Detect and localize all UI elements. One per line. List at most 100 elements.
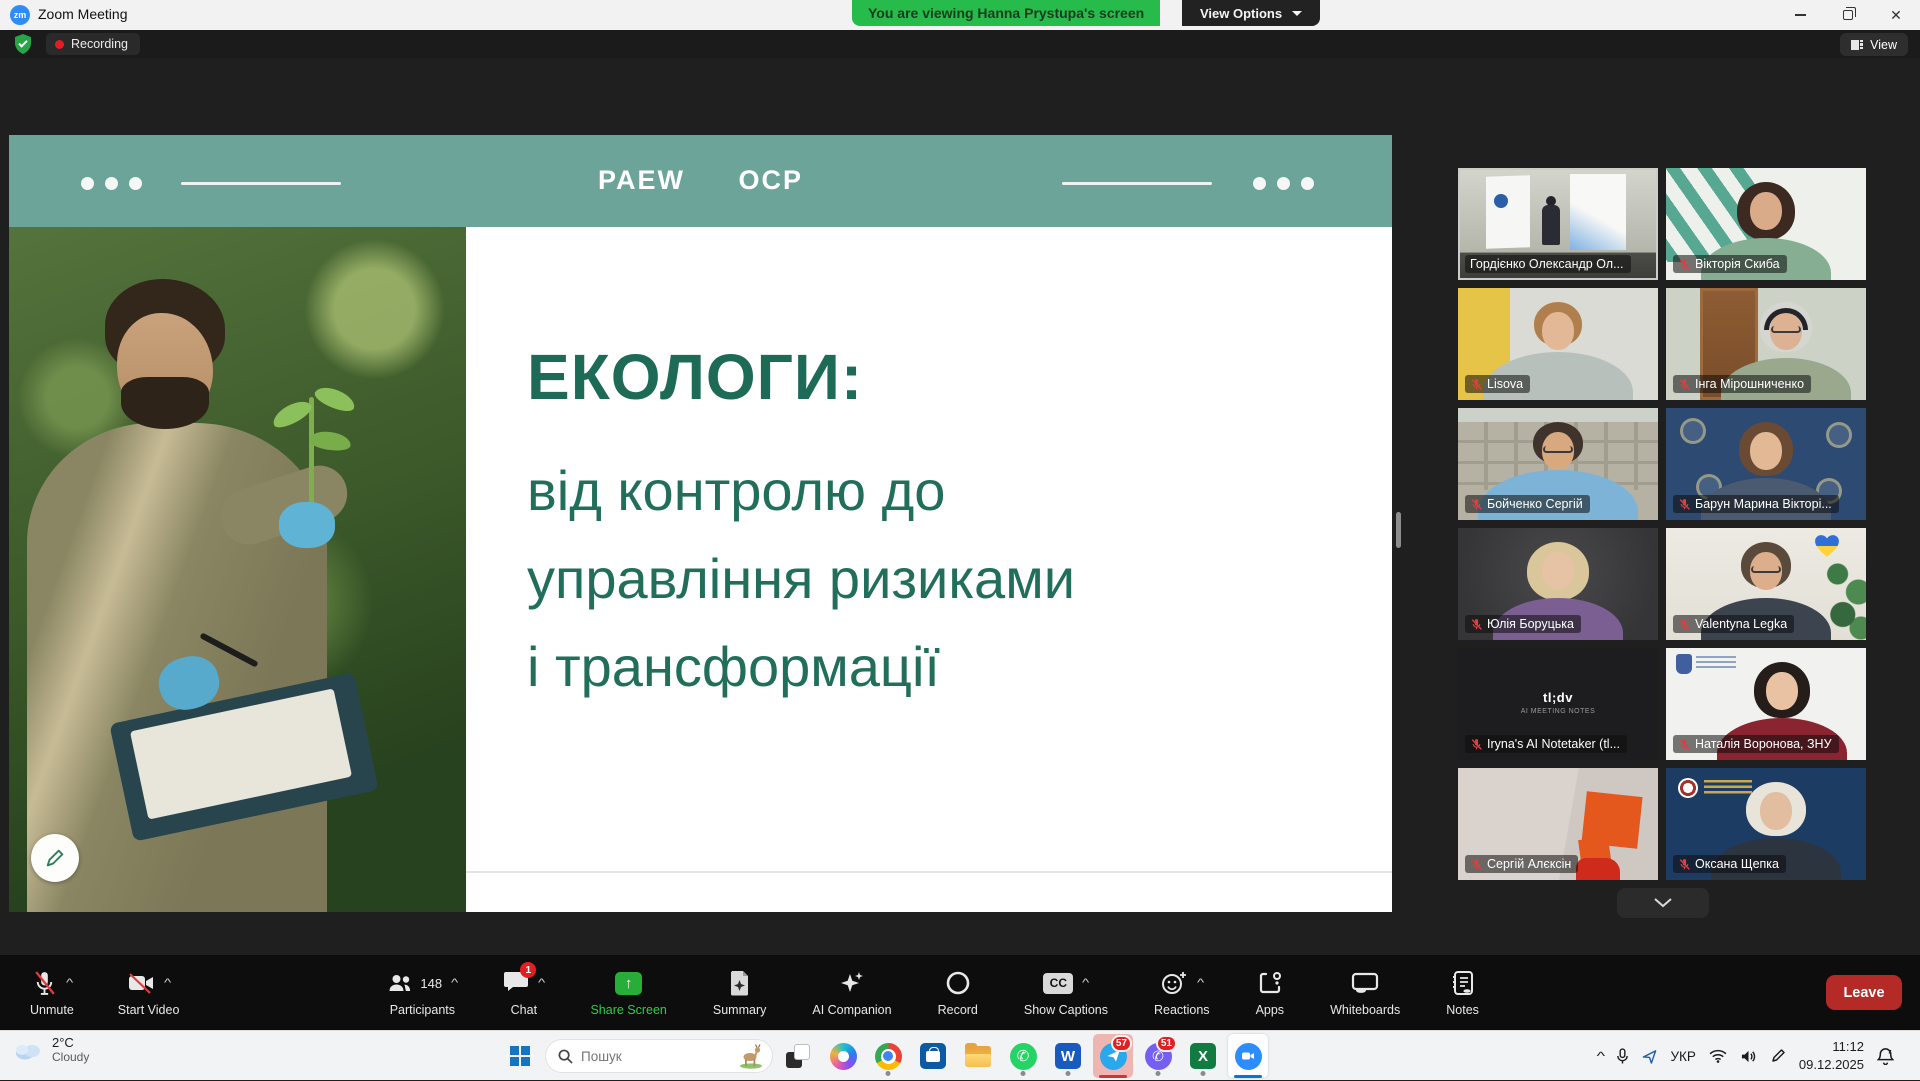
participant-name-pill: Наталія Воронова, ЗНУ bbox=[1673, 735, 1839, 753]
gallery-view-button[interactable]: View bbox=[1840, 33, 1908, 56]
show-captions-button[interactable]: CC ^ Show Captions bbox=[1020, 968, 1112, 1017]
photo-leaf bbox=[312, 383, 358, 415]
captions-icon: CC bbox=[1043, 973, 1073, 994]
tray-time: 11:12 bbox=[1799, 1038, 1864, 1056]
restore-icon bbox=[1843, 10, 1853, 20]
video-options-caret[interactable]: ^ bbox=[164, 977, 171, 989]
slide-photo-ecologist bbox=[9, 227, 466, 912]
video-tile[interactable]: Інга Мірошниченко bbox=[1666, 288, 1866, 400]
video-tile[interactable]: Оксана Щепка bbox=[1666, 768, 1866, 880]
video-tile[interactable]: Бойченко Сергій bbox=[1458, 408, 1658, 520]
chat-caret[interactable]: ^ bbox=[538, 977, 545, 989]
photo-glove-right bbox=[279, 502, 335, 548]
slide-header-band: PAEW OCP bbox=[9, 135, 1392, 227]
participant-name: Iryna's AI Notetaker (tl... bbox=[1487, 737, 1620, 751]
chat-button[interactable]: 1 ^ Chat bbox=[499, 968, 548, 1017]
weather-widget[interactable]: 2°C Cloudy bbox=[12, 1035, 89, 1064]
notification-bell-dnd-icon[interactable]: z bbox=[1877, 1047, 1894, 1065]
tray-clock[interactable]: 11:12 09.12.2025 bbox=[1799, 1038, 1864, 1073]
panel-resize-handle[interactable] bbox=[1396, 512, 1401, 548]
viewing-screen-banner: You are viewing Hanna Prystupa's screen bbox=[852, 0, 1160, 26]
video-tile[interactable]: Lisova bbox=[1458, 288, 1658, 400]
participants-button[interactable]: 148 ^ Participants bbox=[383, 968, 461, 1017]
meeting-security-shield-icon[interactable] bbox=[14, 34, 32, 54]
video-tile[interactable]: tl;dv AI MEETING NOTES Iryna's AI Noteta… bbox=[1458, 648, 1658, 760]
scroll-participants-down-button[interactable] bbox=[1617, 888, 1709, 918]
recording-indicator[interactable]: Recording bbox=[46, 33, 140, 55]
taskbar-telegram[interactable]: 57 bbox=[1093, 1034, 1133, 1078]
muted-mic-icon bbox=[1470, 378, 1483, 391]
start-button[interactable] bbox=[500, 1034, 540, 1078]
video-tile[interactable]: Сергій Алєксін bbox=[1458, 768, 1658, 880]
apps-button[interactable]: Apps bbox=[1252, 968, 1289, 1017]
taskbar-copilot[interactable] bbox=[823, 1034, 863, 1078]
summary-button[interactable]: Summary bbox=[709, 968, 770, 1017]
captions-caret[interactable]: ^ bbox=[1082, 977, 1089, 989]
pen-icon[interactable] bbox=[1770, 1048, 1786, 1064]
taskbar-search[interactable] bbox=[545, 1039, 773, 1073]
muted-mic-icon bbox=[1678, 258, 1691, 271]
ai-companion-button[interactable]: AI Companion bbox=[808, 968, 895, 1017]
tray-mic-in-use-icon[interactable] bbox=[1616, 1048, 1629, 1065]
taskbar-excel[interactable]: X bbox=[1183, 1034, 1223, 1078]
annotation-pencil-badge[interactable] bbox=[31, 834, 79, 882]
participant-name-pill: Юлія Боруцька bbox=[1465, 615, 1581, 633]
record-button[interactable]: Record bbox=[934, 968, 982, 1017]
speaker-icon[interactable] bbox=[1740, 1049, 1757, 1064]
taskbar-whatsapp[interactable]: ✆ bbox=[1003, 1034, 1043, 1078]
search-input[interactable] bbox=[581, 1049, 728, 1064]
video-tile[interactable]: Гордієнко Олександр Ол... bbox=[1458, 168, 1658, 280]
window-titlebar: zm Zoom Meeting You are viewing Hanna Pr… bbox=[0, 0, 1920, 30]
taskbar-file-explorer[interactable] bbox=[958, 1034, 998, 1078]
tldv-logo-text: tl;dv bbox=[1543, 690, 1573, 705]
reactions-button[interactable]: ^ Reactions bbox=[1150, 968, 1214, 1017]
tray-location-in-use-icon[interactable] bbox=[1642, 1049, 1657, 1064]
participant-name: Lisova bbox=[1487, 377, 1523, 391]
share-screen-button[interactable]: ↑ Share Screen bbox=[586, 968, 670, 1017]
video-off-icon bbox=[127, 971, 155, 995]
pencil-icon bbox=[44, 847, 66, 869]
leave-button[interactable]: Leave bbox=[1826, 975, 1902, 1010]
participants-caret[interactable]: ^ bbox=[451, 977, 458, 989]
shared-screen-slide: PAEW OCP bbox=[9, 135, 1392, 912]
participant-name: Бойченко Сергій bbox=[1487, 497, 1583, 511]
taskbar-microsoft-store[interactable] bbox=[913, 1034, 953, 1078]
unmute-button[interactable]: ^ Unmute bbox=[26, 968, 78, 1017]
view-options-button[interactable]: View Options bbox=[1182, 0, 1320, 26]
maximize-button[interactable] bbox=[1824, 0, 1872, 30]
zoom-icon bbox=[1235, 1043, 1262, 1070]
ai-companion-icon bbox=[839, 970, 865, 996]
participants-label: Participants bbox=[390, 1003, 455, 1017]
video-tile[interactable]: Вікторія Скиба bbox=[1666, 168, 1866, 280]
weather-condition: Cloudy bbox=[52, 1050, 89, 1064]
chevron-down-icon bbox=[1654, 898, 1672, 908]
ai-companion-label: AI Companion bbox=[812, 1003, 891, 1017]
whiteboards-button[interactable]: Whiteboards bbox=[1326, 968, 1404, 1017]
share-screen-icon: ↑ bbox=[615, 972, 642, 995]
tray-expand-chevron[interactable]: ^ bbox=[1596, 1049, 1604, 1063]
chevron-down-icon bbox=[1292, 11, 1302, 16]
wifi-icon[interactable] bbox=[1709, 1049, 1727, 1063]
viewing-screen-banner-text: You are viewing Hanna Prystupa's screen bbox=[868, 5, 1144, 21]
notes-button[interactable]: Notes bbox=[1442, 968, 1483, 1017]
start-video-button[interactable]: ^ Start Video bbox=[114, 968, 184, 1017]
chat-unread-badge: 1 bbox=[520, 962, 536, 978]
taskbar-word[interactable]: W bbox=[1048, 1034, 1088, 1078]
recording-label: Recording bbox=[71, 37, 128, 51]
taskbar-chrome[interactable] bbox=[868, 1034, 908, 1078]
participant-name: Оксана Щепка bbox=[1695, 857, 1779, 871]
reactions-caret[interactable]: ^ bbox=[1197, 977, 1204, 989]
view-options-label: View Options bbox=[1200, 6, 1282, 21]
close-button[interactable]: ✕ bbox=[1872, 0, 1920, 30]
video-tile[interactable]: Юлія Боруцька bbox=[1458, 528, 1658, 640]
video-tile[interactable]: Барун Марина Вікторі... bbox=[1666, 408, 1866, 520]
video-tile[interactable]: Наталія Воронова, ЗНУ bbox=[1666, 648, 1866, 760]
video-tile[interactable]: Valentyna Legka bbox=[1666, 528, 1866, 640]
tray-language[interactable]: УКР bbox=[1670, 1049, 1695, 1064]
taskbar-zoom[interactable] bbox=[1228, 1034, 1268, 1078]
unmute-options-caret[interactable]: ^ bbox=[66, 977, 73, 989]
minimize-button[interactable] bbox=[1776, 0, 1824, 30]
notes-icon bbox=[1451, 970, 1475, 996]
taskbar-viber[interactable]: ✆ 51 bbox=[1138, 1034, 1178, 1078]
task-view-button[interactable] bbox=[778, 1034, 818, 1078]
